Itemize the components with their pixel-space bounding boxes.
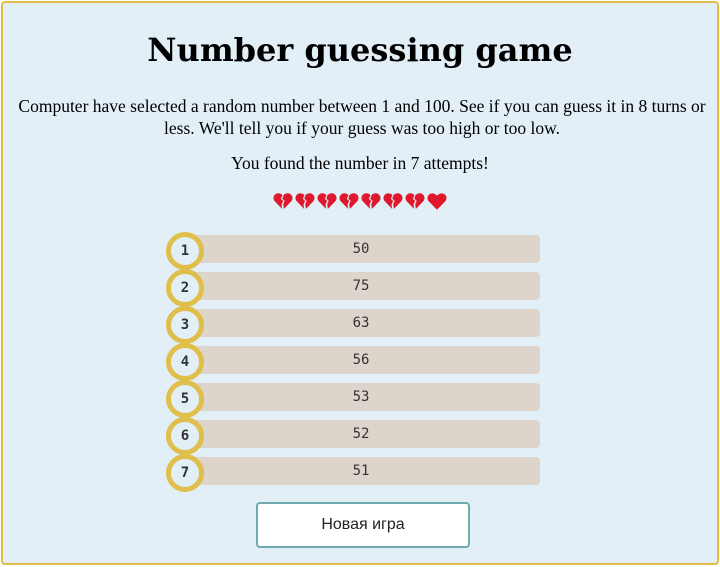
broken-heart-icon xyxy=(338,190,360,212)
attempt-guess: 56 xyxy=(352,352,370,368)
heart-icon xyxy=(426,190,448,212)
game-panel: Number guessing game Computer have selec… xyxy=(1,1,719,565)
broken-heart-icon xyxy=(404,190,426,212)
attempt-number-badge: 6 xyxy=(166,417,204,455)
broken-heart-icon xyxy=(272,190,294,212)
attempt-guess: 50 xyxy=(352,241,370,257)
attempt-guess: 52 xyxy=(352,426,370,442)
broken-heart-icon xyxy=(382,190,404,212)
attempt-row: 56 4 xyxy=(166,343,542,381)
page-title: Number guessing game xyxy=(147,31,573,69)
attempt-guess: 63 xyxy=(352,315,370,331)
attempt-guess: 75 xyxy=(352,278,370,294)
attempt-row: 50 1 xyxy=(166,232,542,270)
result-message: You found the number in 7 attempts! xyxy=(231,153,489,173)
attempt-number-badge: 3 xyxy=(166,306,204,344)
attempt-number-badge: 1 xyxy=(166,232,204,270)
attempt-number-badge: 5 xyxy=(166,380,204,418)
attempt-number-badge: 4 xyxy=(166,343,204,381)
attempt-guess: 51 xyxy=(352,463,370,479)
attempt-guess: 53 xyxy=(352,389,370,405)
lives-indicator xyxy=(3,190,717,212)
intro-text: Computer have selected a random number b… xyxy=(18,96,706,138)
attempt-number-badge: 7 xyxy=(166,454,204,492)
broken-heart-icon xyxy=(316,190,338,212)
attempt-row: 51 7 xyxy=(166,454,542,492)
attempt-number-badge: 2 xyxy=(166,269,204,307)
attempt-row: 52 6 xyxy=(166,417,542,455)
broken-heart-icon xyxy=(294,190,316,212)
broken-heart-icon xyxy=(360,190,382,212)
new-game-button[interactable]: Новая игра xyxy=(256,502,470,548)
attempt-row: 53 5 xyxy=(166,380,542,418)
attempt-row: 63 3 xyxy=(166,306,542,344)
attempts-list: 50 1 75 2 63 3 56 4 53 5 52 6 51 7 xyxy=(166,232,542,493)
attempt-row: 75 2 xyxy=(166,269,542,307)
